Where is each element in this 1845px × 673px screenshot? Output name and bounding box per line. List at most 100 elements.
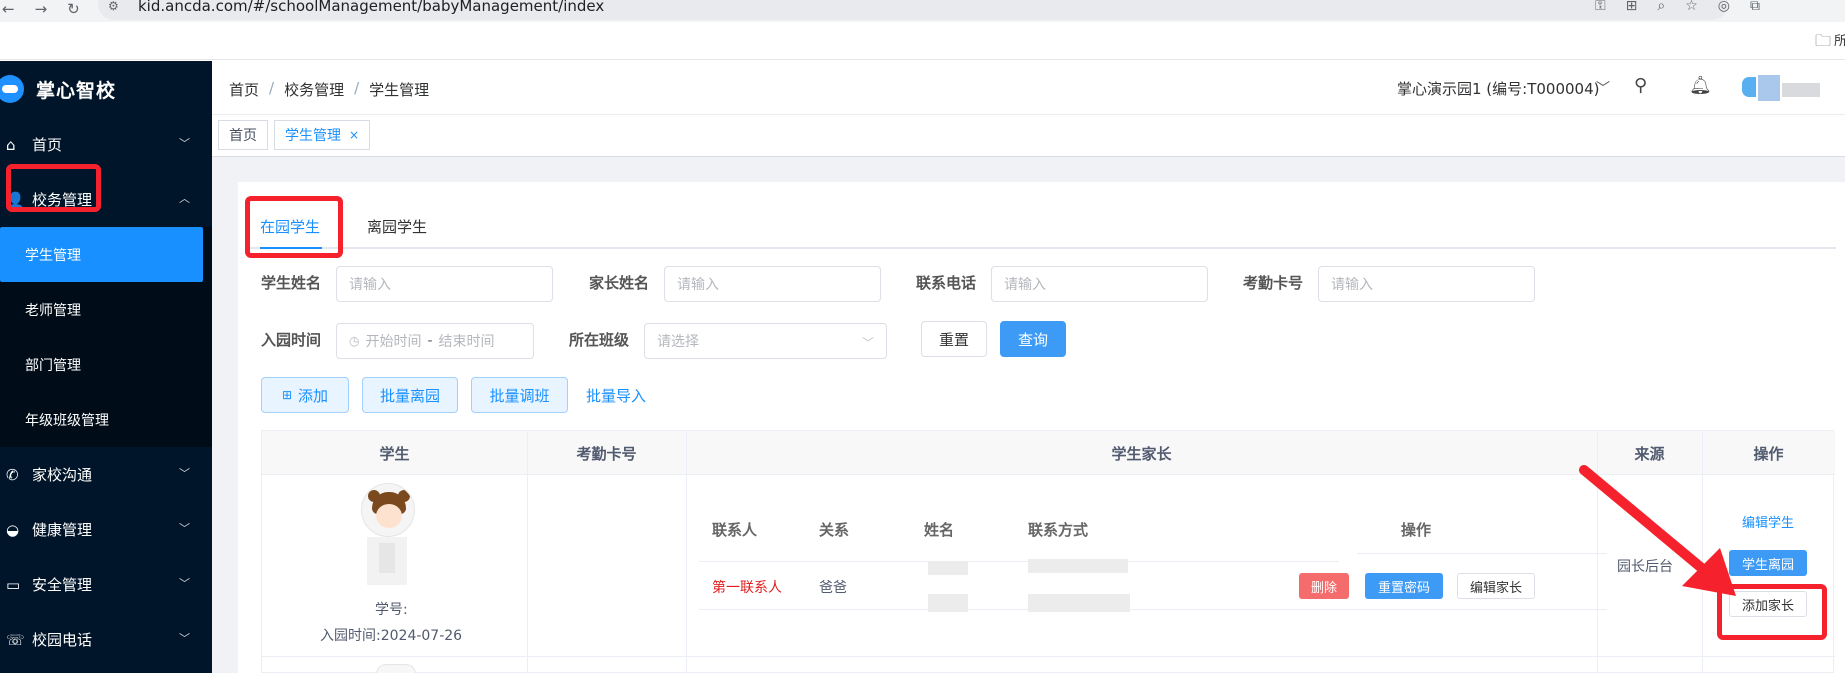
- parent-contact-type: 第一联系人: [712, 580, 782, 596]
- batch-import-button[interactable]: 批量导入: [578, 377, 654, 413]
- parent-phone-redacted: [1028, 594, 1130, 612]
- ai-icon[interactable]: ◎: [1718, 0, 1730, 14]
- parent-column-relation: 关系: [819, 520, 850, 539]
- phone-input[interactable]: 请输入: [991, 266, 1208, 302]
- chevron-down-icon: ﹀: [179, 137, 190, 150]
- sidebar-item-health[interactable]: ◒ 健康管理 ﹀: [0, 502, 212, 557]
- brand: 掌心智校: [0, 61, 212, 117]
- column-header-card: 考勤卡号: [576, 444, 637, 463]
- breadcrumb-item[interactable]: 校务管理: [284, 79, 344, 100]
- class-select[interactable]: 请选择 ﹀: [644, 323, 887, 359]
- bookmark-folder-label[interactable]: 所: [1834, 30, 1845, 49]
- tab-left-school[interactable]: 离园学生: [367, 216, 427, 237]
- submenu-school-affairs: 学生管理 老师管理 部门管理 年级班级管理: [0, 227, 212, 447]
- zoom-icon[interactable]: ⌕: [1657, 0, 1665, 14]
- parent-name-input[interactable]: 请输入: [664, 266, 881, 302]
- folder-icon: ▭: [6, 575, 21, 594]
- add-button-label: 添加: [298, 386, 329, 405]
- reload-icon[interactable]: ↻: [67, 0, 80, 18]
- batch-transfer-button[interactable]: 批量调班: [471, 377, 568, 413]
- sidebar-item-home-school[interactable]: ✆ 家校沟通 ﹀: [0, 447, 212, 502]
- edit-parent-button[interactable]: 编辑家长: [1457, 573, 1535, 599]
- extension-icon[interactable]: ⧉: [1750, 0, 1760, 14]
- tag-label: 学生管理: [285, 128, 341, 144]
- red-arrow-annotation: [1579, 465, 1736, 596]
- brand-name: 掌心智校: [36, 79, 117, 102]
- brand-logo-icon: [0, 75, 24, 103]
- chevron-down-icon: ﹀: [179, 577, 190, 590]
- parent-relation: 爸爸: [819, 580, 847, 596]
- search-icon[interactable]: ⚲: [1634, 75, 1647, 96]
- select-placeholder: 请选择: [657, 334, 699, 350]
- bookmark-folder-icon[interactable]: 🗀: [1815, 30, 1831, 57]
- parent-column-contact: 联系人: [712, 520, 758, 539]
- close-icon[interactable]: ×: [349, 128, 359, 142]
- avatar[interactable]: [1742, 69, 1828, 107]
- sidebar-subitem-label: 部门管理: [25, 357, 81, 374]
- parent-column-actions: 操作: [1401, 520, 1432, 539]
- sidebar-item-label: 安全管理: [32, 576, 93, 594]
- plus-square-icon: ⊞: [281, 388, 293, 402]
- highlight-box-in-school-tab: [245, 196, 343, 258]
- next-row-avatar: [376, 664, 416, 673]
- chevron-down-icon: ﹀: [179, 522, 190, 535]
- sidebar-item-campus-phone[interactable]: ☏ 校园电话 ﹀: [0, 612, 212, 667]
- forward-icon[interactable]: →: [35, 0, 48, 18]
- row-divider: [699, 561, 1339, 562]
- card-number-input[interactable]: 请输入: [1318, 266, 1535, 302]
- sidebar-item-label: 家校沟通: [32, 466, 93, 484]
- site-info-icon[interactable]: ⚙: [108, 0, 119, 13]
- key-icon[interactable]: ⚿: [1595, 0, 1606, 14]
- chevron-down-icon[interactable]: ﹀: [1596, 78, 1610, 98]
- translate-icon[interactable]: ⊞: [1626, 0, 1638, 14]
- sidebar-subitem-grades-classes[interactable]: 年级班级管理: [0, 392, 212, 447]
- tag-label: 首页: [229, 128, 257, 144]
- parent-column-contact-method: 联系方式: [1028, 520, 1089, 539]
- input-placeholder: 请输入: [1004, 277, 1046, 293]
- address-row: ← → ↻ ⚙ kid.ancda.com/#/schoolManagement…: [0, 0, 1845, 22]
- sidebar-subitem-label: 年级班级管理: [25, 412, 109, 429]
- student-enroll-date: 入园时间:2024-07-26: [320, 628, 463, 644]
- student-number: 学号:: [375, 602, 408, 618]
- student-name-input[interactable]: 请输入: [336, 266, 553, 302]
- add-button[interactable]: ⊞ 添加: [261, 377, 349, 413]
- enroll-date-range[interactable]: ◷ 开始时间 - 结束时间: [336, 323, 534, 359]
- enroll-time-label: 入园时间: [261, 331, 322, 349]
- school-selector[interactable]: 掌心演示园1 (编号:T000004): [1397, 78, 1600, 99]
- range-separator: -: [427, 333, 433, 349]
- student-name-label: 学生姓名: [261, 274, 322, 292]
- breadcrumb-separator: /: [269, 79, 275, 97]
- tag-student-management[interactable]: 学生管理 ×: [274, 120, 371, 150]
- column-header-parents: 学生家长: [1111, 444, 1172, 463]
- back-icon[interactable]: ←: [2, 0, 15, 18]
- reset-password-button[interactable]: 重置密码: [1365, 573, 1443, 599]
- sidebar-subitem-label: 学生管理: [25, 247, 81, 264]
- tag-home[interactable]: 首页: [218, 120, 268, 150]
- search-button[interactable]: 查询: [1000, 321, 1066, 357]
- sidebar-subitem-students[interactable]: 学生管理: [0, 227, 203, 282]
- url-text[interactable]: kid.ancda.com/#/schoolManagement/babyMan…: [138, 0, 604, 15]
- highlight-box-student-menu: [6, 164, 101, 212]
- batch-leave-button[interactable]: 批量离园: [362, 377, 458, 413]
- delete-parent-button[interactable]: 删除: [1299, 573, 1349, 599]
- class-label: 所在班级: [569, 331, 630, 349]
- sidebar-subitem-teachers[interactable]: 老师管理: [0, 282, 212, 337]
- reset-button[interactable]: 重置: [921, 321, 987, 357]
- breadcrumb-item: 学生管理: [369, 81, 430, 99]
- home-icon: ⌂: [6, 135, 16, 154]
- range-start-placeholder: 开始时间: [365, 334, 422, 350]
- browser-chrome: ← → ↻ ⚙ kid.ancda.com/#/schoolManagement…: [0, 0, 1845, 60]
- bell-icon[interactable]: 🔔︎: [1689, 75, 1712, 96]
- clock-icon: ◷: [349, 334, 360, 348]
- star-icon[interactable]: ☆: [1685, 0, 1698, 14]
- column-header-student: 学生: [379, 444, 410, 463]
- student-tabs: 在园学生 离园学生: [248, 208, 1836, 249]
- parent-name-redacted: [928, 561, 968, 575]
- sidebar-item-label: 首页: [32, 136, 63, 154]
- sidebar-item-safety[interactable]: ▭ 安全管理 ﹀: [0, 557, 212, 612]
- student-avatar: [359, 483, 417, 601]
- row-divider: [262, 656, 1835, 657]
- sidebar-subitem-departments[interactable]: 部门管理: [0, 337, 212, 392]
- breadcrumb-item[interactable]: 首页: [229, 79, 259, 100]
- chevron-down-icon: ﹀: [179, 632, 190, 645]
